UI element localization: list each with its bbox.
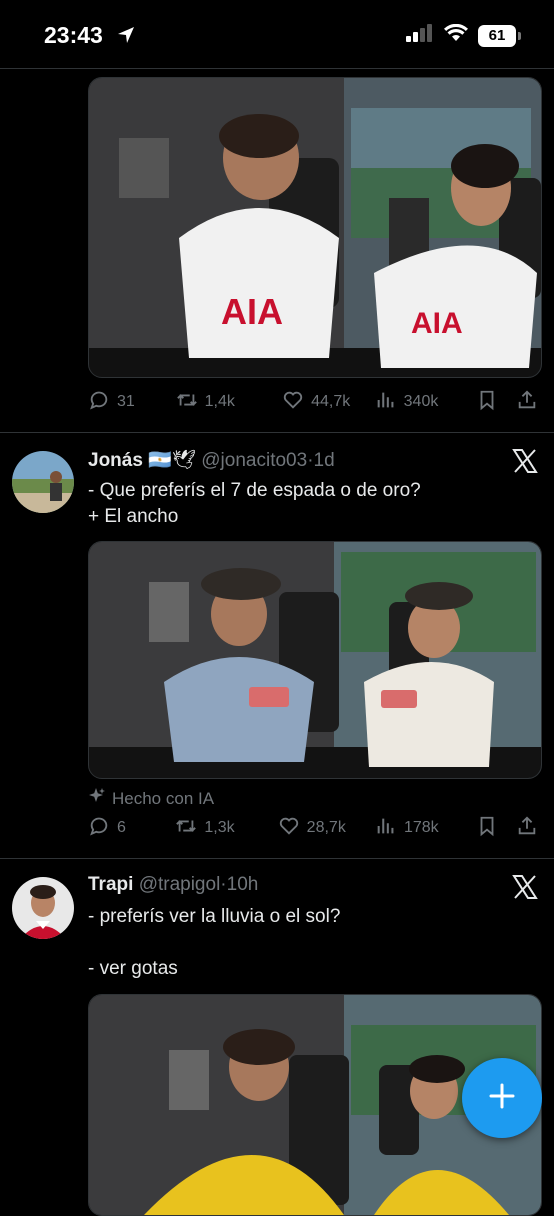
reply-button[interactable]: 6 [88, 815, 175, 842]
handle[interactable]: @jonacito03 [201, 450, 307, 471]
x-logo-icon[interactable] [512, 874, 538, 900]
tweet-divider [0, 432, 554, 433]
retweet-count: 1,3k [204, 819, 235, 836]
display-name[interactable]: Jonás [88, 450, 143, 471]
tweet-header: Jonás 🇦🇷🕊 @jonacito03·1d [88, 450, 335, 471]
display-name[interactable]: Trapi [88, 874, 133, 895]
reply-icon [88, 389, 110, 416]
share-button[interactable] [516, 389, 538, 416]
reply-button[interactable]: 31 [88, 389, 176, 416]
bookmark-button[interactable] [476, 389, 516, 416]
share-button[interactable] [516, 815, 538, 842]
heart-icon [282, 389, 304, 416]
like-count: 44,7k [311, 393, 351, 410]
tweet-media[interactable]: AIA AIA [88, 77, 542, 378]
avatar[interactable] [12, 451, 74, 513]
signal-icon [406, 24, 434, 47]
tweet-actions: 6 1,3k 28,7k 178k [88, 814, 538, 842]
reply-count: 31 [117, 393, 135, 410]
views-icon [375, 389, 397, 416]
timestamp[interactable]: 1d [314, 450, 335, 471]
tweet-media[interactable] [88, 541, 542, 779]
timestamp[interactable]: 10h [227, 874, 259, 895]
compose-button[interactable] [462, 1058, 542, 1138]
status-bar: 23:43 61 [0, 0, 554, 70]
top-divider [0, 68, 554, 69]
ai-label[interactable]: Hecho con IA [88, 787, 214, 810]
bookmark-button[interactable] [476, 815, 516, 842]
ai-label-text: Hecho con IA [112, 788, 215, 808]
name-emojis: 🇦🇷🕊 [148, 450, 196, 471]
reply-icon [88, 815, 110, 842]
wifi-icon [444, 23, 468, 47]
svg-text:AIA: AIA [221, 291, 283, 332]
like-button[interactable]: 44,7k [282, 389, 375, 416]
view-count: 178k [403, 819, 439, 836]
like-count: 28,7k [306, 819, 346, 836]
avatar[interactable] [12, 877, 74, 939]
retweet-icon [175, 815, 197, 842]
x-logo-icon[interactable] [512, 448, 538, 474]
sparkle-icon [88, 787, 106, 810]
retweet-button[interactable]: 1,4k [176, 389, 283, 416]
handle[interactable]: @trapigol [139, 874, 221, 895]
clock: 23:43 [44, 22, 103, 48]
bookmark-icon [476, 389, 498, 416]
bookmark-icon [476, 815, 498, 842]
reply-count: 6 [117, 819, 126, 836]
retweet-button[interactable]: 1,3k [175, 815, 277, 842]
share-icon [516, 815, 538, 842]
tweet-divider [0, 858, 554, 859]
tweet-text: - Que preferís el 7 de espada o de oro? … [88, 480, 421, 527]
location-arrow-icon [116, 25, 136, 50]
heart-icon [278, 815, 300, 842]
battery-indicator: 61 [478, 24, 521, 47]
views-button[interactable]: 340k [375, 389, 477, 416]
like-button[interactable]: 28,7k [278, 815, 375, 842]
view-count: 340k [403, 393, 439, 410]
retweet-icon [176, 389, 198, 416]
retweet-count: 1,4k [204, 393, 235, 410]
tweet-text: - preferís ver la lluvia o el sol? - ver… [88, 906, 341, 979]
plus-icon [488, 1082, 516, 1115]
svg-text:AIA: AIA [411, 307, 463, 340]
tweet-actions: 31 1,4k 44,7k 340k [88, 388, 538, 416]
tweet-header: Trapi @trapigol·10h [88, 874, 259, 895]
share-icon [516, 389, 538, 416]
views-button[interactable]: 178k [375, 815, 476, 842]
views-icon [375, 815, 397, 842]
